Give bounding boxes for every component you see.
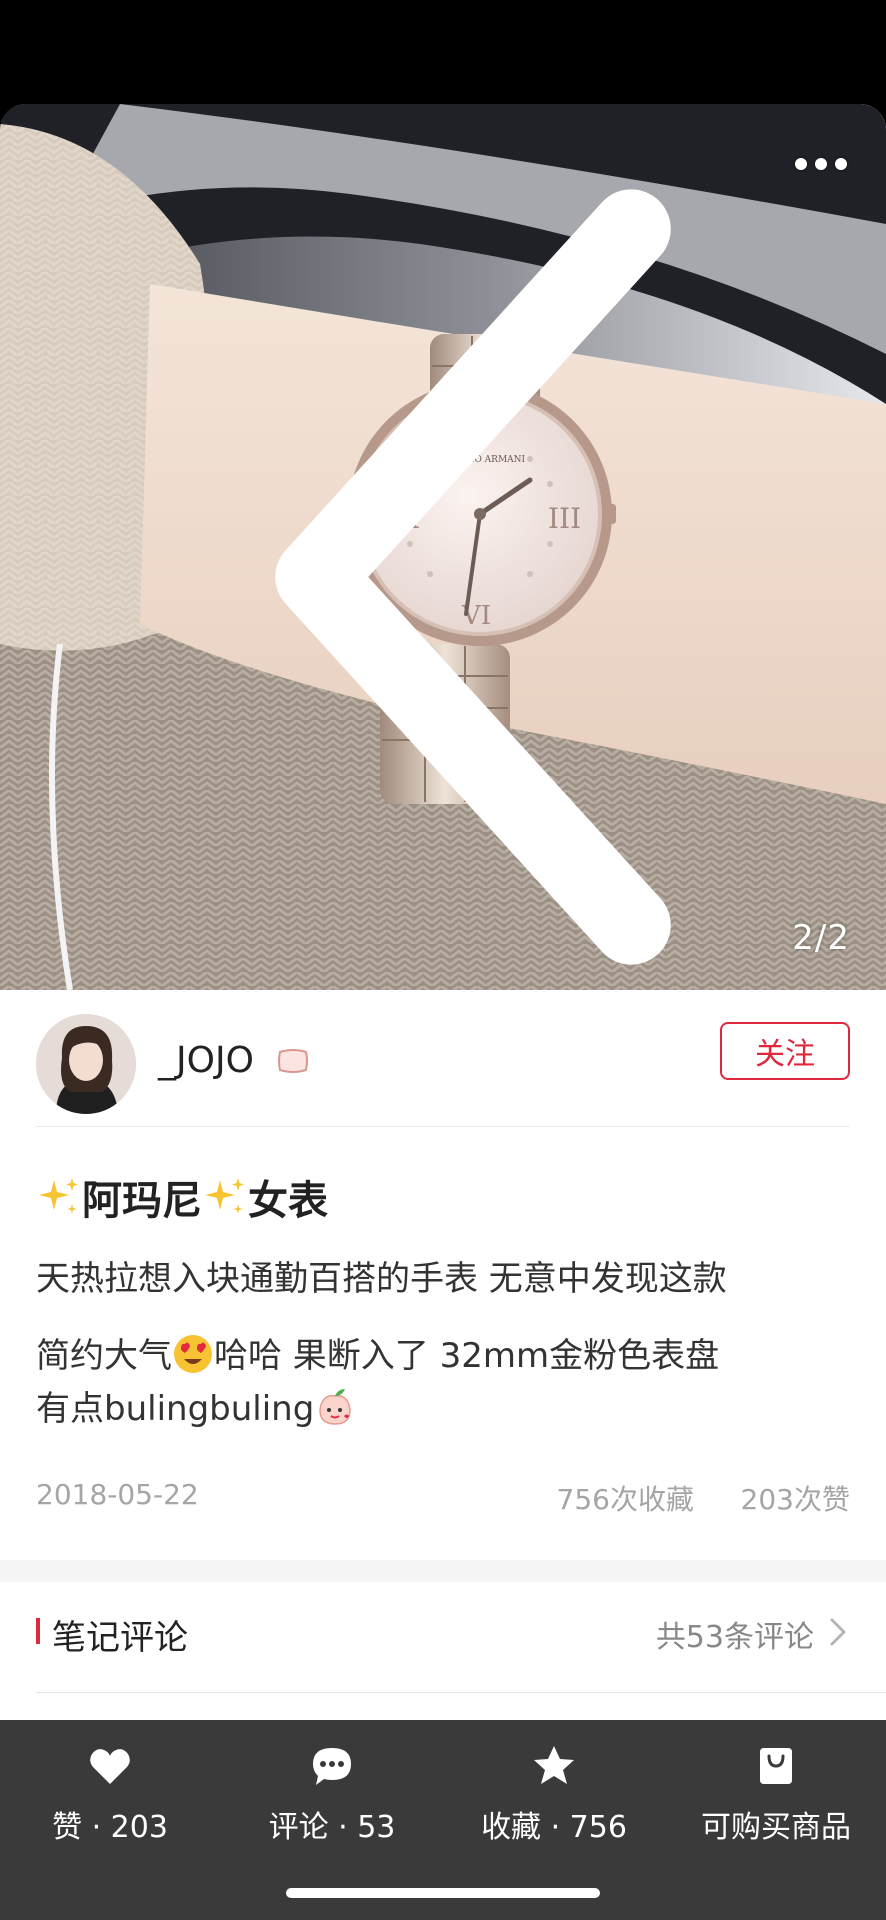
note-title: 阿玛尼 女表 <box>36 1168 328 1226</box>
note-photo[interactable]: IX III VI EMPORIO ARMANI 2/2 <box>0 104 886 990</box>
author-name[interactable]: _JOJO <box>158 1040 254 1081</box>
shop-button[interactable]: 可购买商品 <box>676 1742 876 1852</box>
note-title-part1: 阿玛尼 <box>82 1178 202 1224</box>
like-label: 赞 · 203 <box>52 1810 168 1845</box>
favorites-count: 756次收藏 <box>556 1483 694 1516</box>
peach-emoji-icon <box>319 1389 352 1425</box>
note-title-part2: 女表 <box>248 1178 328 1224</box>
comment-label: 评论 · 53 <box>268 1810 396 1845</box>
chevron-left-icon <box>275 189 671 965</box>
star-icon <box>534 1746 574 1784</box>
author-row: _JOJO 关注 <box>36 1014 850 1116</box>
back-button[interactable] <box>30 134 671 965</box>
shopping-bag-icon <box>760 1748 792 1784</box>
shop-label: 可购买商品 <box>701 1810 851 1845</box>
image-page-counter: 2/2 <box>792 918 850 958</box>
note-body-line: 有点bulingbuling <box>36 1384 850 1434</box>
section-separator <box>0 1560 886 1582</box>
bottom-action-bar: 赞 · 203 评论 · 53 收藏 · 756 可购买商品 <box>0 1720 886 1920</box>
note-date: 2018-05-22 <box>36 1478 199 1511</box>
more-button[interactable] <box>786 144 856 184</box>
sparkles-icon <box>205 1178 244 1214</box>
sparkles-icon <box>39 1178 78 1214</box>
favorite-label: 收藏 · 756 <box>481 1810 627 1845</box>
home-indicator[interactable] <box>286 1888 600 1898</box>
divider <box>36 1126 850 1127</box>
section-marker <box>36 1618 40 1644</box>
more-dots-icon <box>795 158 807 170</box>
chevron-right-icon <box>830 1618 846 1646</box>
comments-count: 共53条评论 <box>655 1620 814 1655</box>
note-body: 天热拉想入块通勤百搭的手表 无意中发现这款 简约大气 哈哈 果断入了 32mm金… <box>36 1246 850 1434</box>
note-body-line: 天热拉想入块通勤百搭的手表 无意中发现这款 <box>36 1259 727 1299</box>
heart-eyes-emoji-icon <box>174 1335 212 1373</box>
divider <box>36 1692 886 1693</box>
like-button[interactable]: 赞 · 203 <box>10 1742 210 1852</box>
comments-header[interactable]: 笔记评论 共53条评论 <box>36 1606 850 1662</box>
avatar-image <box>36 1014 136 1114</box>
follow-button[interactable]: 关注 <box>720 1022 850 1080</box>
pillow-badge-icon <box>278 1049 308 1073</box>
comment-button[interactable]: 评论 · 53 <box>232 1742 432 1852</box>
note-content: _JOJO 关注 阿玛尼 女表 天热拉想入块通勤百搭的手表 无意中发现这款 简约… <box>0 990 886 1720</box>
note-body-line: 简约大气 哈哈 果断入了 32mm金粉色表盘 <box>36 1328 850 1384</box>
comments-title: 笔记评论 <box>52 1618 188 1658</box>
status-bar <box>0 0 886 104</box>
chat-bubble-icon <box>313 1748 351 1785</box>
favorite-button[interactable]: 收藏 · 756 <box>454 1742 654 1852</box>
likes-count: 203次赞 <box>740 1483 850 1516</box>
heart-icon <box>90 1749 130 1784</box>
avatar[interactable] <box>36 1014 136 1114</box>
